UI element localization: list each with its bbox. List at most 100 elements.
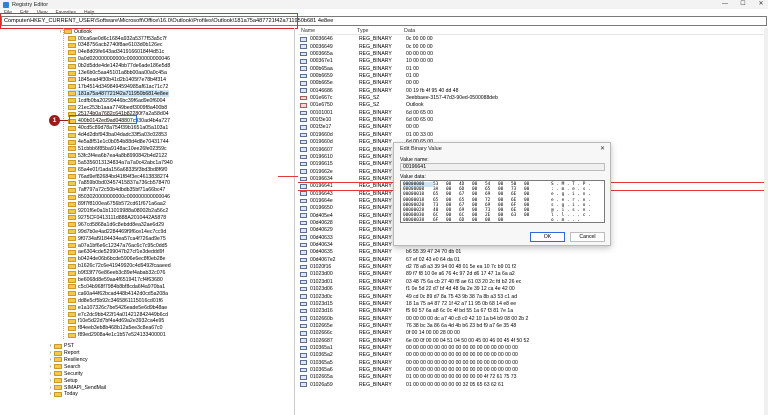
dialog-close-button[interactable]: ✕ [600,145,605,152]
value-data: 6d 00 65 00 [406,117,433,124]
value-row[interactable]: 001f3e17 REG_BINARY 00 00 [298,124,768,131]
value-row[interactable]: 01023d01 REG_BINARY 03 48 75 6a cb 27 40 f… [298,279,768,286]
value-row[interactable]: 00d40635 REG_BINARY b6 55 39 47 24 70 db 0… [298,249,768,256]
value-row[interactable]: 01023d0c REG_BINARY 49 cd 0c 89 d7 8a 75 4… [298,293,768,300]
key-tree-pane[interactable]: › Outlook 00ca6ae0d6c1684a932a5377f53a5c7f… [0,28,295,415]
expand-chevron-icon[interactable]: › [48,350,53,356]
binary-value-icon [300,213,307,218]
minimize-button[interactable]: — [720,1,730,8]
value-name: 00d40628 [310,220,333,227]
folder-icon [68,180,76,186]
value-row[interactable]: 001e6750 REG_SZ Outlook [298,102,768,109]
expand-chevron-icon[interactable]: › [48,364,53,370]
value-row[interactable]: 01026687 REG_BINARY 6e 00 0f 00 00 04 51 0… [298,337,768,344]
value-name: 0003665a [310,50,333,57]
value-row[interactable]: 000b665e REG_BINARY 00 00 [298,80,768,87]
value-row[interactable]: 0003665a REG_BINARY 00 00 00 00 [298,51,768,58]
folder-icon [68,153,76,159]
value-row[interactable]: 01023d16 REG_BINARY f5 60 57 6a a8 6c 0c 4… [298,308,768,315]
expand-chevron-icon[interactable]: › [48,371,53,377]
value-row[interactable]: 0102665a REG_BINARY 01 00 00 00 00 00 00 0… [298,374,768,381]
hex-ascii: o . m . . . [551,218,581,223]
value-name: 01026687 [310,337,333,344]
binary-value-icon [300,51,307,57]
tree-item-profile-key[interactable]: f89ed2908a4e1c1b57e524133400001 [68,332,166,339]
tree-key-label: 13e6b0c5aa45101a8bb00aa00a0c45a [78,70,167,76]
value-row[interactable]: 000b6659 REG_BINARY 01 00 [298,73,768,80]
value-row[interactable]: 0102666c REG_BINARY 0f 00 14 00 00 28 00 0… [298,330,768,337]
binary-value-icon [300,382,307,387]
value-name-field: 00196641 [400,163,605,171]
col-name-header[interactable]: Name [298,28,357,34]
tree-key-label: 967cd5868a1d6c8ebdd8ea32ae6d29 [78,221,164,228]
ok-button[interactable]: OK [530,232,565,242]
value-row[interactable]: 01023d00 REG_BINARY 89 f7 f8 10 0e a6 76 4… [298,271,768,278]
expand-chevron-icon[interactable]: › [48,378,53,384]
value-row[interactable]: 00101001 REG_BINARY 6d 00 65 00 [298,110,768,117]
value-row[interactable]: 000367e1 REG_BINARY 10 00 00 00 [298,58,768,65]
tree-key-label: 0348756acb2740f8ae6103d0b126ec [78,42,163,49]
value-data: Outlook [406,102,424,109]
tree-key-label: dd8e5cf5b92c3465861115016cd01f6 [78,297,163,304]
binary-value-icon [300,81,307,86]
col-type-header[interactable]: Type [357,28,404,34]
value-name: 0019664e [310,197,333,204]
value-data: 6e 00 0f 00 00 04 51 04 50 00 45 00 46 0… [406,337,530,344]
value-row[interactable]: 001f3e10 REG_BINARY 6d 00 65 00 [298,117,768,124]
close-button[interactable]: ✕ [756,1,766,8]
tree-key-label: f89ed2908a4e1c1b57e524133400001 [78,332,166,339]
expand-chevron-icon[interactable]: › [48,343,53,349]
value-row[interactable]: 0102665e REG_BINARY 76 38 bc 3a 86 6a 4d 4… [298,323,768,330]
vertical-scrollbar[interactable] [764,28,768,415]
maximize-button[interactable]: ☐ [738,1,748,8]
value-row[interactable]: 00146686 REG_BINARY 00 19 fb 4f 95 40 dd 4… [298,87,768,94]
value-row[interactable]: 01023d06 REG_BINARY f1 0e 5d 22 d7 bf 4d 4… [298,286,768,293]
expand-chevron-icon[interactable]: › [48,357,53,363]
tree-item-today[interactable]: › Today [48,391,78,398]
value-type: REG_BINARY [359,337,392,344]
value-row[interactable]: 010365a1 REG_BINARY 00 00 00 00 00 00 00 0… [298,345,768,352]
binary-value-icon [300,264,307,270]
value-data: 89 f7 f8 10 0e a6 76 4c 97 2d d6 17 47 1… [406,271,515,278]
value-name: 001e667c [310,95,333,102]
value-row[interactable]: 000b65aa REG_BINARY 01 00 [298,65,768,72]
cancel-button[interactable]: Cancel [570,232,605,242]
value-row[interactable]: 00036646 REG_BINARY 0c 00 00 00 [298,36,768,43]
folder-icon [68,187,76,193]
expand-chevron-icon[interactable]: › [48,391,53,397]
binary-value-icon [300,147,307,152]
value-row[interactable]: 010365a6 REG_BINARY 00 00 00 00 00 00 00 0… [298,367,768,374]
folder-icon [54,364,62,370]
value-name: 00d40633 [310,234,333,241]
value-type: REG_BINARY [359,359,392,366]
binary-value-icon [300,198,307,204]
value-row[interactable]: 0019660d REG_BINARY 01 00 33 00 [298,132,768,139]
folder-icon [68,105,76,110]
value-row[interactable]: 01023d15 REG_BINARY 18 1a 75 a4 87 72 1f 4… [298,301,768,308]
value-data: 01 00 00 00 00 00 00 00 32 05 65 63 62 6… [406,381,504,388]
expand-chevron-icon[interactable]: › [48,385,53,391]
value-row[interactable]: 010365a2 REG_BINARY 00 00 00 00 00 00 00 0… [298,352,768,359]
value-row[interactable]: 01026a59 REG_BINARY 01 00 00 00 00 00 00 0… [298,381,768,388]
col-data-header[interactable]: Data [404,28,604,34]
binary-value-icon [300,323,307,329]
folder-icon [68,270,76,276]
value-name: 00196650 [310,205,333,212]
value-data-hex-editor[interactable]: 00000000 53 00 4D 00 54 00 50 00 S . M . T . P .0… [400,180,605,223]
tree-key-label: 9201f6e0a1b11019988a08002b2a56c2 [78,208,169,214]
value-row[interactable]: 0102660b REG_BINARY 00 00 00 00 dc a7 40 c… [298,315,768,322]
binary-value-icon [300,154,307,160]
binary-value-icon [300,132,307,138]
binary-value-icon [300,37,307,42]
value-row[interactable]: 010365a5 REG_BINARY 00 00 00 00 00 00 00 0… [298,359,768,366]
value-name: 00d40634 [310,242,333,249]
value-row[interactable]: 00d4067e2 REG_BINARY 67 ef 02 43 e0 64 da … [298,257,768,264]
tree-key-label: b9f33f776e86eeb3c89ef4abab32c076 [78,270,166,277]
value-row[interactable]: 01020f16 REG_BINARY d2 78 a8 a3 39 94 00 4… [298,264,768,271]
value-row[interactable]: 001e667c REG_SZ 3eebbaee-3157-47d3-90ed-05… [298,95,768,102]
value-row[interactable]: 00036649 REG_BINARY 0c 00 00 00 [298,43,768,50]
folder-icon [68,305,76,311]
dialog-title: Edit Binary Value [400,146,442,152]
folder-icon [68,298,76,304]
tree-key-label: 0a0d020000000000c000000000000046 [78,56,171,63]
